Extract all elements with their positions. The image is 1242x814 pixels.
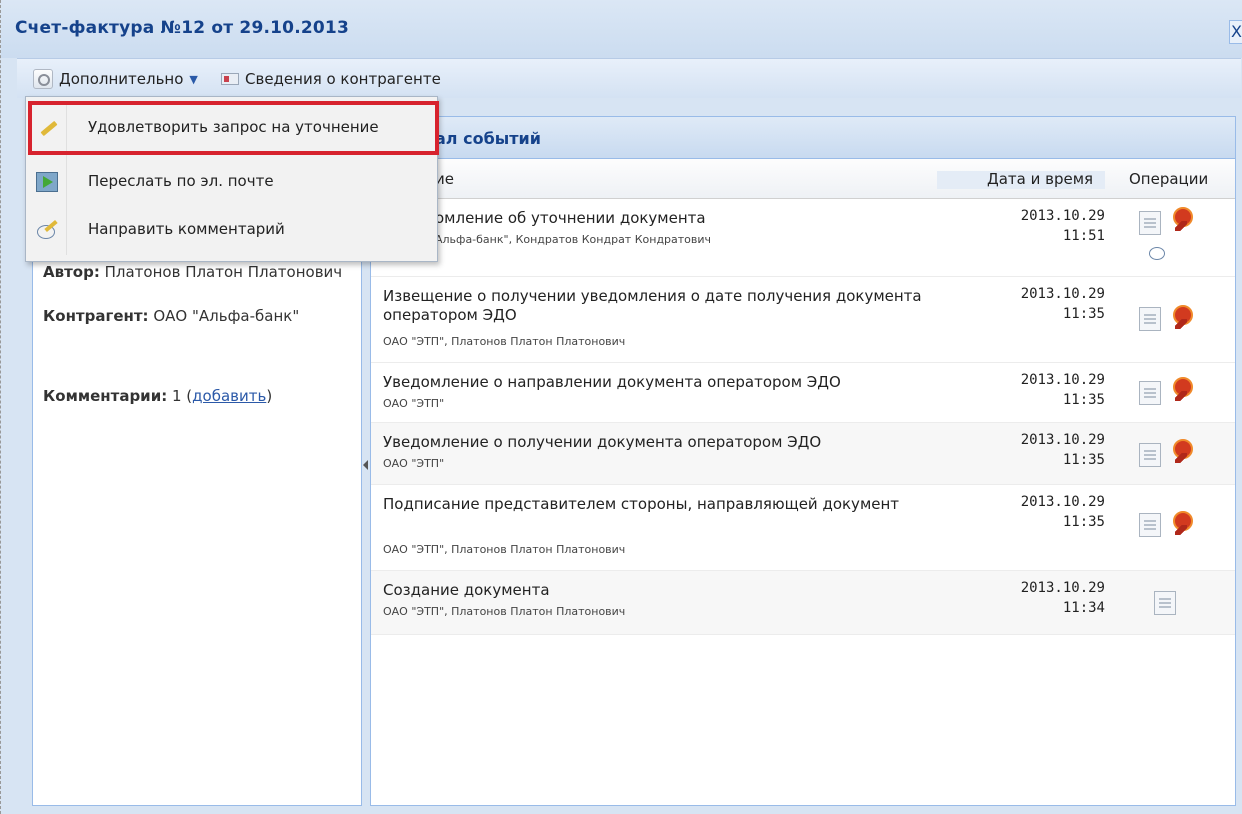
event-subtitle: ОАО "ЭТП", Платонов Платон Платонович xyxy=(383,605,626,618)
event-title: Подписание представителем стороны, напра… xyxy=(383,495,900,513)
chevron-down-icon: ▼ xyxy=(189,72,198,86)
table-row[interactable]: Создание документа ОАО "ЭТП", Платонов П… xyxy=(371,571,1235,635)
event-time: 11:35 xyxy=(1062,306,1105,322)
more-dropdown-button[interactable]: Дополнительно ▼ xyxy=(33,66,198,92)
column-header-datetime[interactable]: Дата и время xyxy=(987,170,1093,188)
comment-pen-icon xyxy=(36,220,58,240)
document-icon[interactable] xyxy=(1139,381,1161,405)
document-window: Счет-фактура №12 от 29.10.2013 X Дополни… xyxy=(0,0,1242,814)
menu-item-label: Переслать по эл. почте xyxy=(88,172,274,190)
table-row[interactable]: Уведомление о направлении документа опер… xyxy=(371,363,1235,423)
more-dropdown-menu: Удовлетворить запрос на уточнение Пересл… xyxy=(25,96,439,262)
event-date: 2013.10.29 xyxy=(1020,372,1105,388)
table-row[interactable]: Извещение о получении уведомления о дате… xyxy=(371,277,1235,363)
menu-item-forward-email[interactable]: Переслать по эл. почте xyxy=(26,159,437,205)
event-time: 11:35 xyxy=(1062,392,1105,408)
close-button[interactable]: X xyxy=(1229,20,1242,44)
menu-item-send-comment[interactable]: Направить комментарий xyxy=(26,207,437,253)
events-journal-panel: ал событий ие Дата и время Операции омле… xyxy=(370,116,1236,806)
event-subtitle: Альфа-банк", Кондратов Кондрат Кондратов… xyxy=(435,233,712,246)
event-time: 11:35 xyxy=(1062,452,1105,468)
author-label: Автор: xyxy=(43,263,100,281)
event-title: омление об уточнении документа xyxy=(435,209,706,227)
events-table-header: ие Дата и время Операции xyxy=(371,159,1235,199)
event-subtitle: ОАО "ЭТП" xyxy=(383,397,445,410)
collapse-arrow-icon[interactable] xyxy=(363,460,368,470)
event-time: 11:51 xyxy=(1062,228,1105,244)
event-title: Уведомление о получении документа операт… xyxy=(383,433,822,451)
document-icon[interactable] xyxy=(1139,307,1161,331)
mail-forward-icon xyxy=(36,172,58,192)
signature-seal-icon[interactable] xyxy=(1171,207,1193,231)
author-value: Платонов Платон Платонович xyxy=(104,263,343,281)
event-subtitle: ОАО "ЭТП", Платонов Платон Платонович xyxy=(383,543,626,556)
table-row[interactable]: Подписание представителем стороны, напра… xyxy=(371,485,1235,571)
signature-seal-icon[interactable] xyxy=(1171,305,1193,329)
contractor-info: Контрагент: ОАО "Альфа-банк" xyxy=(43,305,343,327)
more-label: Дополнительно xyxy=(59,70,184,88)
event-date: 2013.10.29 xyxy=(1020,494,1105,510)
comments-label: Комментарии: xyxy=(43,387,168,405)
event-date: 2013.10.29 xyxy=(1020,432,1105,448)
contractor-info-label: Сведения о контрагенте xyxy=(245,70,441,88)
document-icon[interactable] xyxy=(1139,513,1161,537)
event-date: 2013.10.29 xyxy=(1020,580,1105,596)
contractor-value: ОАО "Альфа-банк" xyxy=(153,307,300,325)
signature-seal-icon[interactable] xyxy=(1171,511,1193,535)
document-icon[interactable] xyxy=(1154,591,1176,615)
comments-count: 1 xyxy=(171,387,182,405)
table-row[interactable]: Уведомление о получении документа операт… xyxy=(371,423,1235,485)
events-panel-header: ал событий xyxy=(371,117,1235,159)
event-date: 2013.10.29 xyxy=(1020,286,1105,302)
event-time: 11:35 xyxy=(1062,514,1105,530)
events-panel-title: ал событий xyxy=(435,129,541,148)
author-info: Автор: Платонов Платон Платонович xyxy=(43,261,343,283)
add-comment-link[interactable]: добавить xyxy=(192,387,266,405)
contact-card-icon xyxy=(221,73,239,85)
comment-icon[interactable] xyxy=(1149,247,1165,260)
document-icon[interactable] xyxy=(1139,443,1161,467)
window-title: Счет-фактура №12 от 29.10.2013 xyxy=(15,18,349,38)
comments-info: Комментарии: 1 (добавить) xyxy=(43,387,273,405)
event-subtitle: ОАО "ЭТП", Платонов Платон Платонович xyxy=(383,335,626,348)
column-header-operations[interactable]: Операции xyxy=(1129,170,1208,188)
wrench-icon xyxy=(33,69,53,89)
window-titlebar: Счет-фактура №12 от 29.10.2013 X xyxy=(1,0,1242,58)
highlight-box xyxy=(28,101,439,155)
table-row[interactable]: омление об уточнении документа Альфа-бан… xyxy=(371,199,1235,277)
event-title: Уведомление о направлении документа опер… xyxy=(383,373,841,391)
event-date: 2013.10.29 xyxy=(1020,208,1105,224)
event-title: Создание документа xyxy=(383,581,550,599)
event-subtitle: ОАО "ЭТП" xyxy=(383,457,445,470)
toolbar: Дополнительно ▼ Сведения о контрагенте xyxy=(17,58,1241,98)
signature-seal-icon[interactable] xyxy=(1171,377,1193,401)
contractor-info-button[interactable]: Сведения о контрагенте xyxy=(221,66,441,92)
document-icon[interactable] xyxy=(1139,211,1161,235)
event-time: 11:34 xyxy=(1062,600,1105,616)
menu-item-label: Направить комментарий xyxy=(88,220,285,238)
signature-seal-icon[interactable] xyxy=(1171,439,1193,463)
event-title: Извещение о получении уведомления о дате… xyxy=(383,287,922,324)
contractor-label: Контрагент: xyxy=(43,307,149,325)
